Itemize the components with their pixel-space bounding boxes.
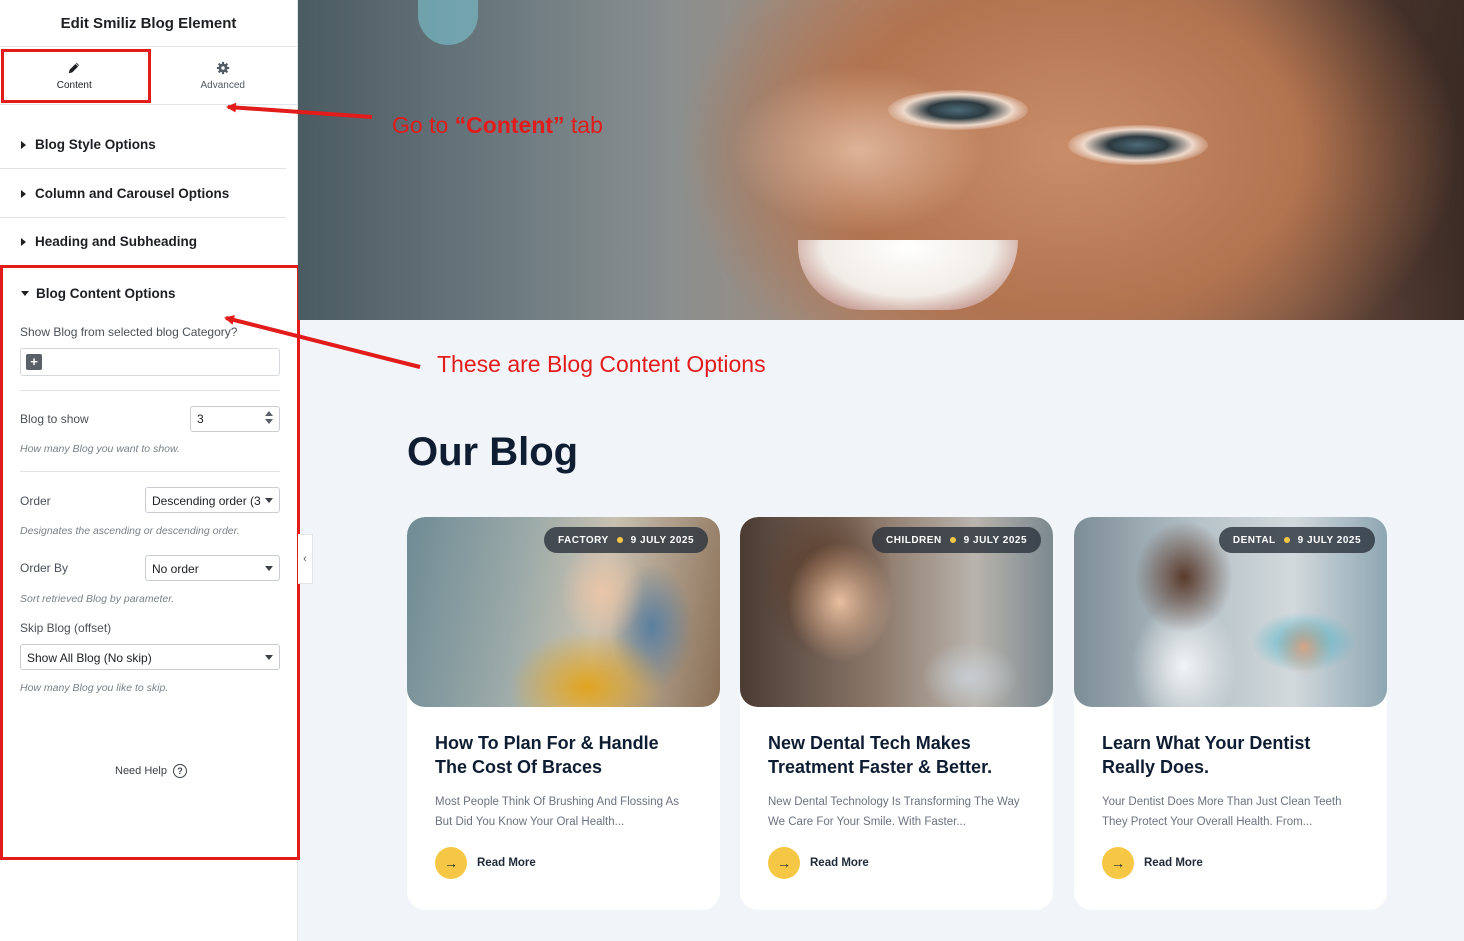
chevron-down-icon (265, 566, 273, 571)
caret-right-icon (21, 237, 26, 246)
plus-icon[interactable]: + (26, 354, 42, 370)
blog-card-image[interactable]: CHILDREN 9 JULY 2025 (740, 517, 1053, 707)
read-more-label: Read More (1144, 857, 1203, 869)
blog-card[interactable]: DENTAL 9 JULY 2025 Learn What Your Denti… (1074, 517, 1387, 910)
help-icon: ? (172, 764, 187, 778)
divider (20, 471, 280, 472)
order-by-value: No order (152, 562, 199, 576)
section-label: Column and Carousel Options (35, 186, 230, 201)
callout-prefix: Go to (392, 112, 455, 138)
category-date-badge: DENTAL 9 JULY 2025 (1218, 527, 1375, 553)
panel-collapse-handle[interactable]: ‹ (298, 534, 313, 584)
hero-image (298, 0, 1464, 320)
pencil-icon (69, 62, 80, 73)
callout-content-tab: Go to “Content” tab (392, 112, 603, 139)
read-more-label: Read More (477, 857, 536, 869)
panel-title: Edit Smiliz Blog Element (0, 0, 297, 47)
skip-select[interactable]: Show All Blog (No skip) (20, 644, 280, 670)
hero-eye-left (888, 90, 1028, 130)
order-by-label: Order By (20, 561, 69, 575)
category-select[interactable]: + (20, 348, 280, 376)
post-excerpt: Most People Think Of Brushing And Flossi… (435, 796, 679, 828)
read-more-link[interactable]: → Read More (435, 847, 536, 879)
blog-to-show-value: 3 (197, 412, 204, 426)
chevron-down-icon (265, 655, 273, 660)
section-column-carousel[interactable]: Column and Carousel Options (0, 170, 286, 218)
arrow-right-icon: → (435, 847, 467, 879)
post-excerpt: New Dental Technology Is Transforming Th… (768, 796, 1020, 828)
blog-to-show-input[interactable]: 3 (190, 406, 280, 432)
need-help-link[interactable]: Need Help ? (115, 764, 187, 778)
callout-content-options: These are Blog Content Options (437, 351, 766, 377)
tab-content[interactable]: Content (0, 47, 149, 104)
post-title[interactable]: New Dental Tech Makes Treatment Faster &… (768, 731, 1028, 779)
tab-content-label: Content (56, 79, 92, 91)
category-label: Show Blog from selected blog Category? (20, 325, 238, 339)
category-label: CHILDREN (886, 534, 942, 546)
section-blog-content[interactable]: Blog Content Options (21, 286, 175, 301)
section-label: Heading and Subheading (35, 234, 198, 249)
chevron-left-icon: ‹ (303, 553, 307, 565)
chevron-down-icon (265, 498, 273, 503)
separator-dot (616, 537, 623, 543)
section-label: Blog Style Options (35, 137, 156, 152)
caret-right-icon (21, 189, 26, 198)
post-title[interactable]: Learn What Your Dentist Really Does. (1102, 731, 1362, 779)
skip-label: Skip Blog (offset) (20, 621, 112, 635)
skip-value: Show All Blog (No skip) (27, 651, 152, 665)
need-help-label: Need Help (115, 765, 167, 777)
blog-heading: Our Blog (407, 430, 579, 474)
post-date: 9 JULY 2025 (1297, 534, 1361, 546)
blog-card-image[interactable]: DENTAL 9 JULY 2025 (1074, 517, 1387, 707)
blog-card[interactable]: FACTORY 9 JULY 2025 How To Plan For & Ha… (407, 517, 720, 910)
blog-to-show-label: Blog to show (20, 412, 89, 426)
number-spinner-icon[interactable] (265, 411, 273, 424)
divider (20, 390, 280, 391)
read-more-link[interactable]: → Read More (1102, 847, 1203, 879)
caret-right-icon (21, 140, 26, 149)
order-select[interactable]: Descending order (3 (145, 487, 280, 513)
post-date: 9 JULY 2025 (630, 534, 694, 546)
separator-dot (1283, 537, 1290, 543)
arrow-right-icon: → (768, 847, 800, 879)
category-date-badge: FACTORY 9 JULY 2025 (543, 527, 708, 553)
read-more-link[interactable]: → Read More (768, 847, 869, 879)
category-date-badge: CHILDREN 9 JULY 2025 (872, 527, 1041, 553)
editor-panel: Edit Smiliz Blog Element Content Advance… (0, 0, 300, 941)
category-label: DENTAL (1232, 534, 1276, 546)
callout-suffix: tab (564, 112, 603, 138)
blog-card[interactable]: CHILDREN 9 JULY 2025 New Dental Tech Mak… (740, 517, 1053, 910)
order-hint: Designates the ascending or descending o… (20, 525, 240, 537)
hero-smile (798, 240, 1018, 310)
skip-hint: How many Blog you like to skip. (20, 682, 169, 694)
arrow-right-icon: → (1102, 847, 1134, 879)
hero-eye-right (1068, 125, 1208, 165)
section-label: Blog Content Options (36, 286, 176, 301)
read-more-label: Read More (810, 857, 869, 869)
caret-down-icon (21, 291, 29, 296)
hero-lamp (418, 0, 478, 45)
post-date: 9 JULY 2025 (963, 534, 1027, 546)
section-blog-style[interactable]: Blog Style Options (0, 121, 286, 169)
post-title[interactable]: How To Plan For & Handle The Cost Of Bra… (435, 731, 695, 779)
order-label: Order (20, 494, 51, 508)
category-label: FACTORY (557, 534, 609, 546)
blog-to-show-hint: How many Blog you want to show. (20, 443, 180, 455)
panel-tabs: Content Advanced (0, 47, 297, 105)
order-value: Descending order (3 (152, 494, 261, 508)
tab-advanced[interactable]: Advanced (149, 47, 298, 104)
tab-advanced-label: Advanced (200, 79, 245, 91)
section-heading-subheading[interactable]: Heading and Subheading (0, 218, 286, 266)
gear-icon (216, 61, 229, 74)
order-by-hint: Sort retrieved Blog by parameter. (20, 593, 175, 605)
blog-content-options-box: Blog Content Options Show Blog from sele… (0, 265, 300, 860)
separator-dot (949, 537, 956, 543)
post-excerpt: Your Dentist Does More Than Just Clean T… (1102, 796, 1342, 828)
order-by-select[interactable]: No order (145, 555, 280, 581)
callout-emphasis: “Content” (454, 112, 565, 138)
blog-card-image[interactable]: FACTORY 9 JULY 2025 (407, 517, 720, 707)
